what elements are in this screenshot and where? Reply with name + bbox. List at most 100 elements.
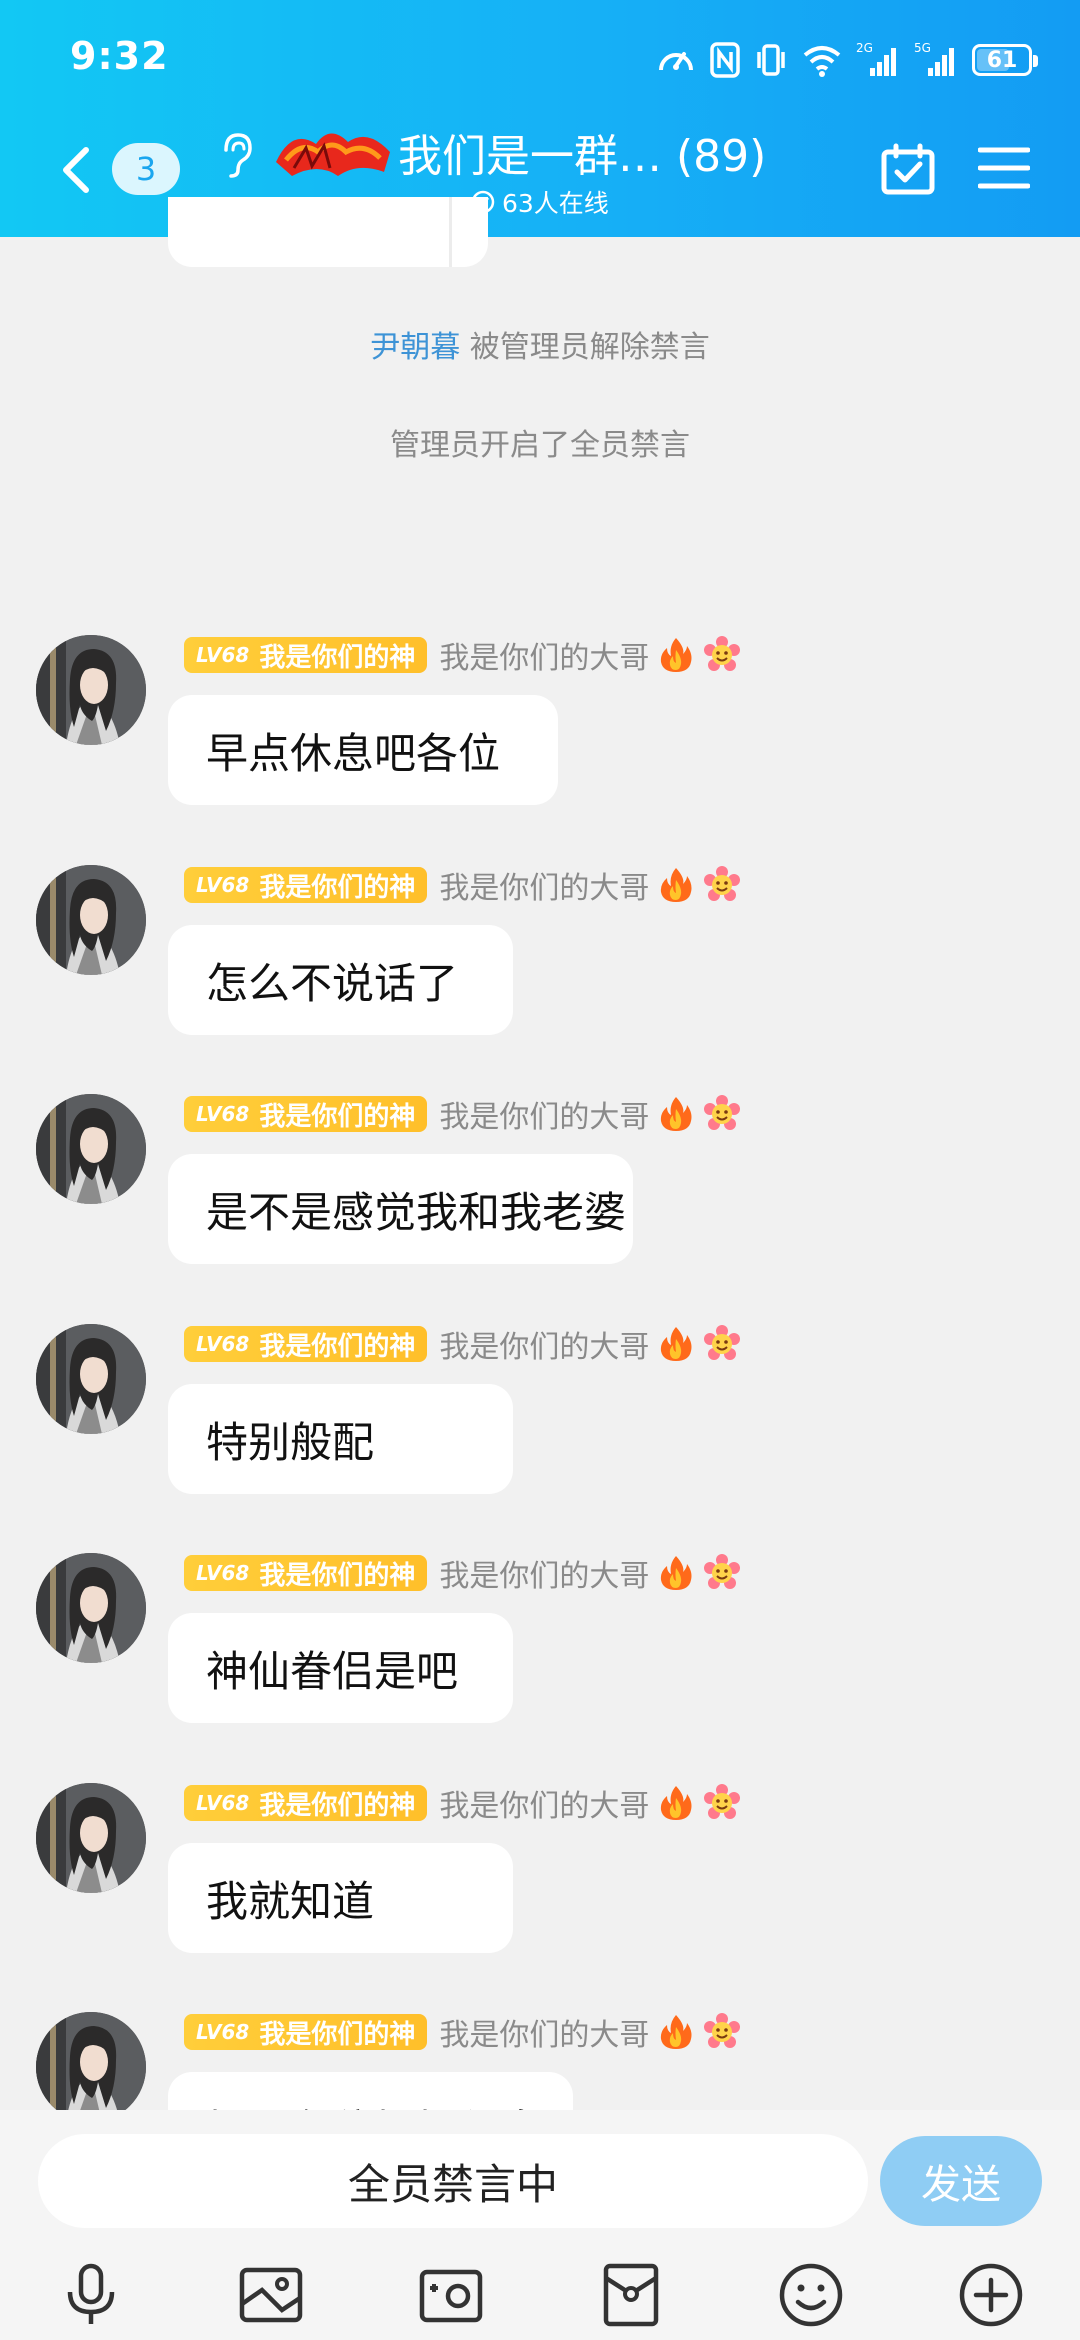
chat-message: LV68 我是你们的神 我是你们的大哥早点休息吧各位 [0, 635, 1080, 855]
chat-message: LV68 我是你们的神 我是你们的大哥是不是感觉我和我老婆 [0, 1094, 1080, 1314]
svg-text:2G: 2G [856, 41, 873, 55]
chat-area[interactable]: 尹朝暮 被管理员解除禁言 管理员开启了全员禁言 LV68 我是你们的神 我是你们的大… [0, 197, 1080, 2182]
fire-badge-icon[interactable] [657, 866, 695, 904]
sender-nickname[interactable]: 我是你们的大哥 [439, 633, 649, 677]
system-message-unmute: 尹朝暮 被管理员解除禁言 [0, 322, 1080, 366]
camera-button[interactable] [416, 2260, 486, 2330]
unread-count-badge[interactable]: 3 [112, 143, 180, 195]
input-bar: 发送 [0, 2110, 1080, 2340]
battery-icon: 61 [972, 44, 1038, 76]
group-logo [272, 122, 396, 180]
sender-avatar[interactable] [36, 1553, 146, 1663]
nfc-icon [710, 40, 740, 80]
flower-badge-icon[interactable] [703, 1784, 741, 1822]
image-button[interactable] [236, 2260, 306, 2330]
ear-icon[interactable] [216, 130, 256, 180]
sender-nickname[interactable]: 我是你们的大哥 [439, 1092, 649, 1136]
sender-nickname[interactable]: 我是你们的大哥 [439, 863, 649, 907]
red-packet-icon [603, 2263, 659, 2327]
member-title: 我是你们的神 [259, 1790, 416, 1821]
more-button[interactable] [956, 2260, 1026, 2330]
signal-icon-1: 2G [856, 40, 900, 80]
group-name[interactable]: 我们是一群… (89) [398, 120, 766, 184]
image-icon [239, 2267, 303, 2323]
speed-icon [656, 40, 696, 80]
fire-badge-icon[interactable] [657, 1325, 695, 1363]
sender-avatar[interactable] [36, 2012, 146, 2122]
chat-message: LV68 我是你们的神 我是你们的大哥神仙眷侣是吧 [0, 1553, 1080, 1773]
system-message-mute-all: 管理员开启了全员禁言 [390, 428, 690, 463]
sender-nickname[interactable]: 我是你们的大哥 [439, 1551, 649, 1595]
sender-meta: LV68 我是你们的神 我是你们的大哥 [184, 1322, 741, 1366]
message-bubble[interactable]: 神仙眷侣是吧 [168, 1613, 513, 1723]
sender-nickname[interactable]: 我是你们的大哥 [439, 1781, 649, 1825]
fire-badge-icon[interactable] [657, 636, 695, 674]
sender-avatar[interactable] [36, 1324, 146, 1434]
level-label: LV68 [196, 1332, 250, 1356]
flower-badge-icon[interactable] [703, 2013, 741, 2051]
previous-message-bubble [168, 197, 488, 267]
flower-badge-icon[interactable] [703, 1095, 741, 1133]
member-level-tag[interactable]: LV68 我是你们的神 [184, 637, 428, 673]
svg-text:5G: 5G [914, 41, 931, 55]
member-level-tag[interactable]: LV68 我是你们的神 [184, 1785, 428, 1821]
fire-badge-icon[interactable] [657, 1784, 695, 1822]
mic-icon [67, 2263, 115, 2324]
status-bar: 9:32 2G 5G 61 [0, 0, 1080, 120]
member-title: 我是你们的神 [259, 1560, 416, 1591]
calendar-check-icon [881, 143, 935, 195]
sender-avatar[interactable] [36, 635, 146, 745]
member-level-tag[interactable]: LV68 我是你们的神 [184, 1326, 428, 1362]
sender-nickname[interactable]: 我是你们的大哥 [439, 1322, 649, 1366]
flower-badge-icon[interactable] [703, 1325, 741, 1363]
group-calendar-button[interactable] [880, 142, 936, 196]
battery-level: 61 [986, 47, 1018, 73]
toolbar [0, 2260, 1080, 2340]
message-bubble[interactable]: 早点休息吧各位 [168, 695, 558, 805]
flower-badge-icon[interactable] [703, 636, 741, 674]
level-label: LV68 [196, 1102, 250, 1126]
status-time: 9:32 [70, 34, 169, 78]
level-label: LV68 [196, 1561, 250, 1585]
member-level-tag[interactable]: LV68 我是你们的神 [184, 1096, 428, 1132]
member-title: 我是你们的神 [259, 2019, 416, 2050]
sender-avatar[interactable] [36, 1783, 146, 1893]
back-icon [63, 147, 89, 193]
back-button[interactable] [52, 140, 102, 200]
menu-button[interactable] [977, 146, 1031, 190]
member-level-tag[interactable]: LV68 我是你们的神 [184, 1555, 428, 1591]
message-bubble[interactable]: 怎么不说话了 [168, 925, 513, 1035]
chat-message: LV68 我是你们的神 我是你们的大哥我就知道 [0, 1783, 1080, 2003]
member-title: 我是你们的神 [259, 1331, 416, 1362]
level-label: LV68 [196, 873, 250, 897]
online-status[interactable]: 63人在线 [470, 184, 609, 220]
fire-badge-icon[interactable] [657, 2013, 695, 2051]
voice-button[interactable] [56, 2260, 126, 2330]
message-bubble[interactable]: 特别般配 [168, 1384, 513, 1494]
sender-avatar[interactable] [36, 1094, 146, 1204]
flower-badge-icon[interactable] [703, 866, 741, 904]
system-message-user[interactable]: 尹朝暮 [370, 330, 460, 365]
member-title: 我是你们的神 [259, 642, 416, 673]
member-title: 我是你们的神 [259, 872, 416, 903]
chat-message: LV68 我是你们的神 我是你们的大哥特别般配 [0, 1324, 1080, 1544]
level-label: LV68 [196, 2020, 250, 2044]
sender-meta: LV68 我是你们的神 我是你们的大哥 [184, 633, 741, 677]
message-bubble[interactable]: 我就知道 [168, 1843, 513, 1953]
sender-avatar[interactable] [36, 865, 146, 975]
sender-meta: LV68 我是你们的神 我是你们的大哥 [184, 863, 741, 907]
message-input[interactable] [38, 2134, 868, 2228]
send-button[interactable]: 发送 [880, 2136, 1042, 2226]
red-packet-button[interactable] [596, 2260, 666, 2330]
level-label: LV68 [196, 1791, 250, 1815]
member-level-tag[interactable]: LV68 我是你们的神 [184, 867, 428, 903]
fire-badge-icon[interactable] [657, 1095, 695, 1133]
flower-badge-icon[interactable] [703, 1554, 741, 1592]
sender-meta: LV68 我是你们的神 我是你们的大哥 [184, 1551, 741, 1595]
message-bubble[interactable]: 是不是感觉我和我老婆 [168, 1154, 633, 1264]
member-level-tag[interactable]: LV68 我是你们的神 [184, 2014, 428, 2050]
emoji-button[interactable] [776, 2260, 846, 2330]
vibrate-icon [754, 40, 788, 80]
sender-nickname[interactable]: 我是你们的大哥 [439, 2010, 649, 2054]
fire-badge-icon[interactable] [657, 1554, 695, 1592]
